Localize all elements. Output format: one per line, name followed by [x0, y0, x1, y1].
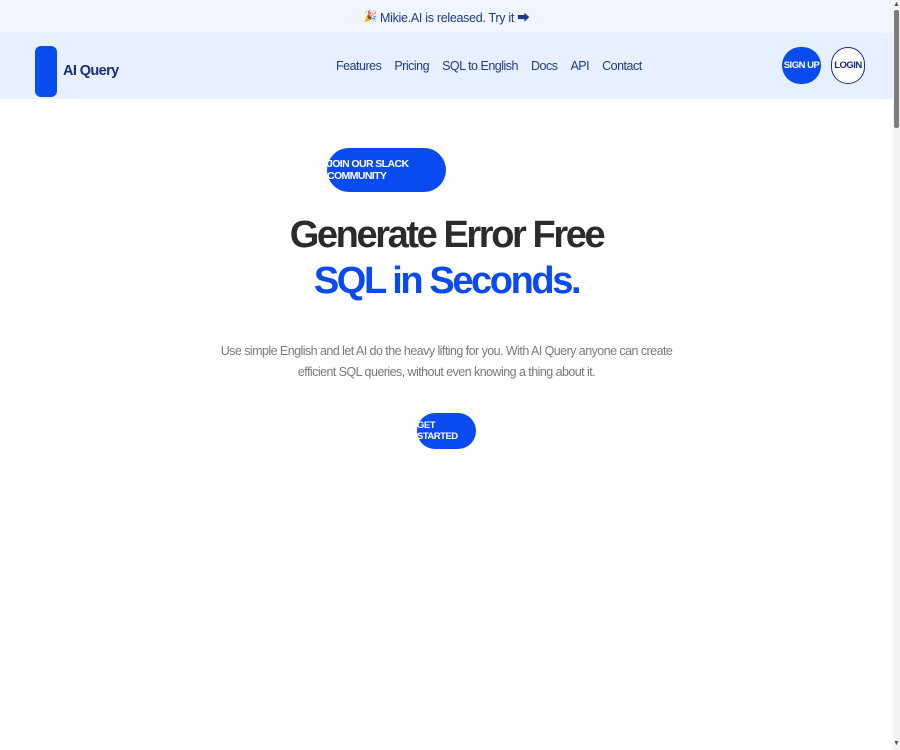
sign-up-button[interactable]: SIGN UP	[782, 47, 821, 84]
hero-title: Generate Error Free	[289, 214, 606, 256]
landing-page: 🎉 Mikie.AI is released. Try it ⮕ AI Quer…	[0, 0, 893, 750]
hero-title-highlight: SQL in Seconds.	[313, 260, 582, 302]
nav-link-pricing[interactable]: Pricing	[394, 59, 429, 73]
nav-link-sql-to-english[interactable]: SQL to English	[442, 59, 518, 73]
hero-subtitle: Use simple English and let AI do the hea…	[220, 344, 673, 379]
vertical-scrollbar[interactable]: ▲ ▼	[893, 0, 900, 750]
brand-name[interactable]: AI Query	[63, 63, 119, 79]
logo-icon[interactable]	[35, 46, 57, 97]
announcement-bar[interactable]: 🎉 Mikie.AI is released. Try it ⮕	[0, 0, 893, 33]
get-started-button[interactable]: GET STARTED	[417, 413, 476, 449]
nav-link-contact[interactable]: Contact	[602, 59, 642, 73]
scroll-down-icon[interactable]: ▼	[893, 740, 900, 748]
nav-link-api[interactable]: API	[570, 59, 589, 73]
main-nav: Features Pricing SQL to English Docs API…	[336, 59, 642, 73]
scrollbar-thumb[interactable]	[894, 10, 899, 128]
login-button[interactable]: LOGIN	[831, 47, 865, 84]
party-popper-icon: 🎉	[363, 11, 378, 23]
nav-link-features[interactable]: Features	[336, 59, 382, 73]
announcement-text[interactable]: Mikie.AI is released. Try it ⮕	[380, 7, 530, 26]
nav-link-docs[interactable]: Docs	[531, 59, 558, 73]
scroll-up-icon[interactable]: ▲	[893, 1, 900, 9]
join-slack-button[interactable]: JOIN OUR SLACK COMMUNITY	[327, 148, 446, 192]
site-header: AI Query Features Pricing SQL to English…	[0, 33, 893, 99]
